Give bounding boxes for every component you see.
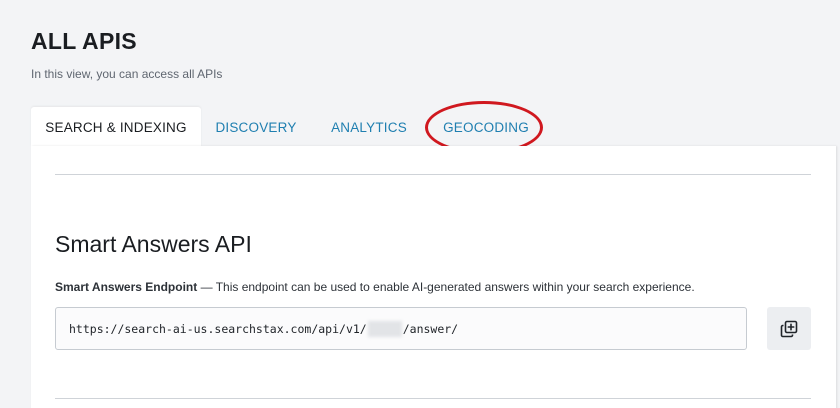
page-title: ALL APIS	[31, 28, 137, 54]
divider	[55, 398, 811, 399]
endpoint-description-text: — This endpoint can be used to enable AI…	[197, 280, 695, 294]
copy-plus-icon	[780, 320, 798, 337]
endpoint-url-prefix: https://search-ai-us.searchstax.com/api/…	[69, 321, 367, 336]
endpoint-url-suffix: /answer/	[402, 321, 459, 336]
tab-geocoding[interactable]: GEOCODING	[427, 107, 545, 147]
divider	[55, 174, 811, 175]
endpoint-description: Smart Answers Endpoint — This endpoint c…	[55, 280, 695, 294]
tab-search-indexing[interactable]: SEARCH & INDEXING	[31, 107, 201, 147]
endpoint-url-field[interactable]: https://search-ai-us.searchstax.com/api/…	[55, 307, 747, 350]
section-title: Smart Answers API	[55, 231, 252, 257]
tab-discovery[interactable]: DISCOVERY	[201, 107, 311, 147]
page-subtitle: In this view, you can access all APIs	[31, 67, 223, 81]
redacted-app-id	[367, 320, 402, 337]
tab-analytics[interactable]: ANALYTICS	[311, 107, 427, 147]
tab-panel-search-indexing: Smart Answers API Smart Answers Endpoint…	[31, 146, 836, 408]
copy-endpoint-button[interactable]	[767, 307, 811, 350]
endpoint-label: Smart Answers Endpoint	[55, 280, 198, 294]
api-tabs: SEARCH & INDEXING DISCOVERY ANALYTICS GE…	[31, 107, 545, 147]
